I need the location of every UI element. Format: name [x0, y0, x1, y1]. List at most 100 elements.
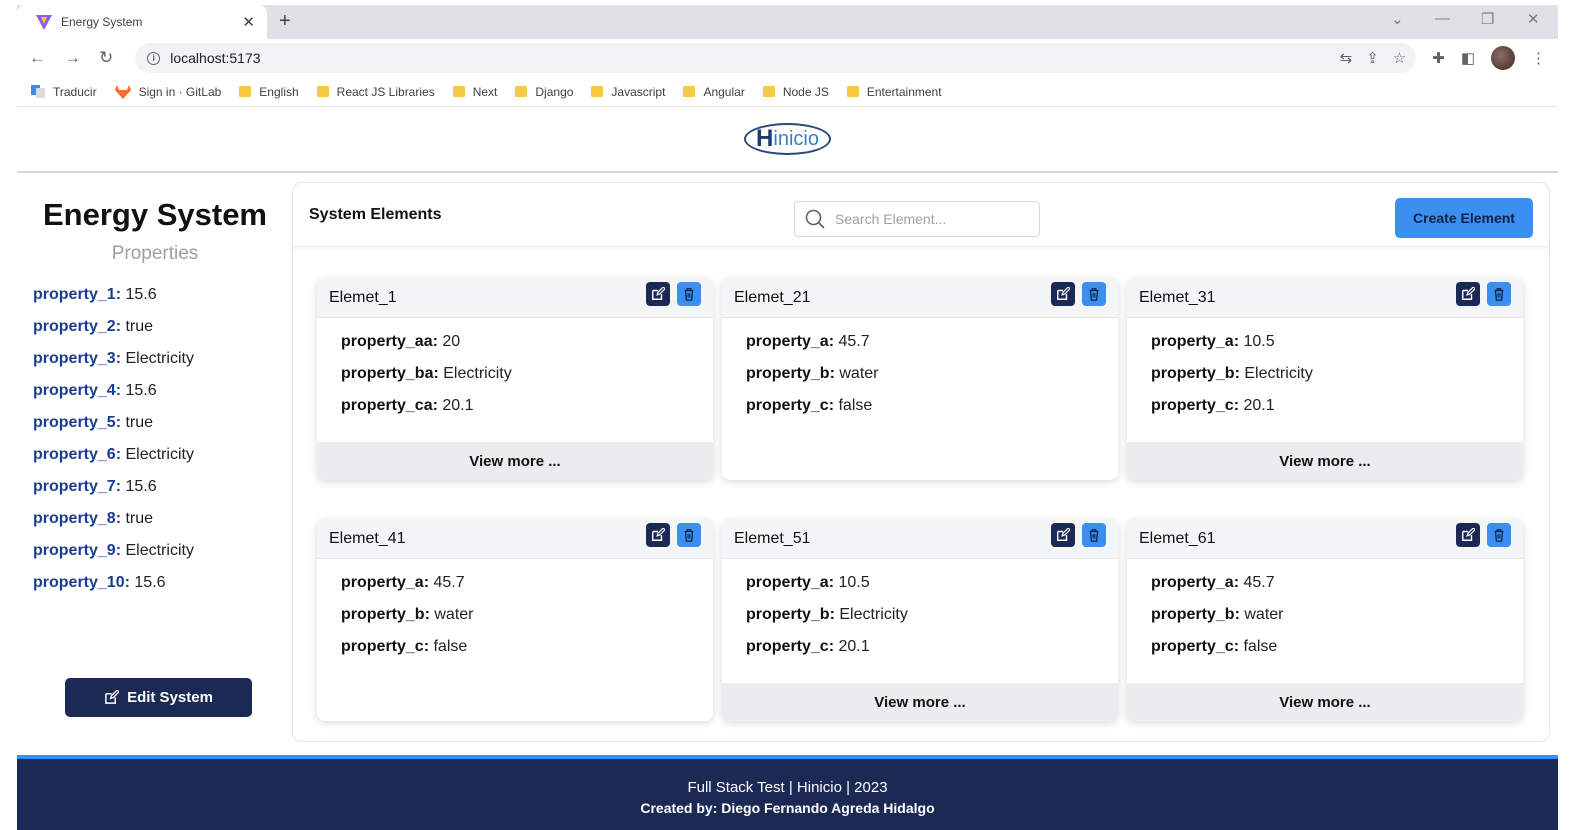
property-list: property_1: 15.6 property_2: true property…	[17, 279, 293, 599]
bookmark-traducir[interactable]: Traducir	[31, 85, 97, 99]
card-body: property_a: 45.7 property_b: water propert…	[317, 559, 713, 671]
bookmark-label: Sign in · GitLab	[138, 84, 222, 99]
element-property-key: property_c:	[1151, 638, 1240, 655]
property-key: property_5:	[33, 414, 122, 431]
search-input[interactable]	[835, 211, 1025, 227]
element-name: Elemet_61	[1139, 529, 1216, 547]
element-name: Elemet_1	[329, 288, 397, 306]
bookmark-label: English	[259, 84, 299, 99]
create-element-button[interactable]: Create Element	[1395, 198, 1533, 238]
bookmark-react[interactable]: React JS Libraries	[316, 84, 435, 99]
element-property-row: property_a: 10.5	[1151, 326, 1499, 358]
bookmark-entertainment[interactable]: Entertainment	[846, 85, 942, 99]
browser-tab[interactable]: Energy System ✕	[17, 5, 267, 39]
element-property-row: property_ba: Electricity	[341, 358, 689, 390]
view-more-button[interactable]: View more ...	[317, 442, 713, 480]
element-name: Elemet_51	[734, 529, 811, 547]
element-property-key: property_a:	[746, 574, 835, 591]
element-name: Elemet_41	[329, 529, 406, 547]
edit-element-icon[interactable]	[646, 281, 670, 306]
sidebar-property-row: property_8: true	[33, 503, 293, 535]
reload-icon[interactable]: ↻	[99, 48, 113, 68]
element-property-row: property_a: 10.5	[746, 567, 1094, 599]
property-key: property_6:	[33, 446, 122, 463]
property-key: property_1:	[33, 286, 122, 303]
forward-icon[interactable]: →	[64, 48, 81, 68]
profile-avatar[interactable]	[1491, 46, 1515, 70]
page-footer: Full Stack Test | Hinicio | 2023 Created…	[17, 755, 1558, 830]
bookmark-label: Django	[535, 84, 574, 99]
bookmark-next[interactable]: Next	[452, 85, 497, 99]
window-close-icon[interactable]: ✕	[1527, 10, 1540, 28]
element-property-row: property_aa: 20	[341, 326, 689, 358]
bookmark-nodejs[interactable]: Node JS	[762, 85, 829, 99]
sidebar-property-row: property_2: true	[33, 311, 293, 343]
restore-icon[interactable]: ❐	[1481, 10, 1494, 28]
share-icon[interactable]: ⇪	[1366, 49, 1379, 67]
menu-icon[interactable]: ⋮	[1531, 49, 1546, 67]
bookmark-django[interactable]: Django	[515, 85, 573, 99]
element-property-key: property_b:	[1151, 606, 1240, 623]
sidebar-property-row: property_9: Electricity	[33, 535, 293, 567]
delete-element-icon[interactable]	[677, 281, 701, 306]
delete-element-icon[interactable]	[1487, 522, 1511, 547]
translate-icon[interactable]: ⇆	[1340, 49, 1353, 67]
edit-system-button[interactable]: Edit System	[65, 678, 252, 717]
folder-icon	[316, 86, 329, 97]
element-property-row: property_c: false	[1151, 631, 1499, 663]
new-tab-icon[interactable]: +	[279, 10, 291, 33]
element-property-key: property_a:	[1151, 333, 1240, 350]
property-value: Electricity	[125, 542, 194, 559]
url-field[interactable]: i localhost:5173 ⇆ ⇪ ☆	[135, 43, 1417, 73]
edit-element-icon[interactable]	[1051, 522, 1075, 547]
delete-element-icon[interactable]	[677, 522, 701, 547]
site-info-icon[interactable]: i	[147, 51, 161, 65]
view-more-button[interactable]: View more ...	[1127, 442, 1523, 480]
delete-element-icon[interactable]	[1487, 281, 1511, 306]
element-property-value: 45.7	[1243, 574, 1275, 591]
element-property-value: 10.5	[1243, 333, 1275, 350]
property-key: property_10:	[33, 574, 130, 591]
vite-icon	[36, 15, 52, 30]
extensions-icon[interactable]: ✚	[1432, 49, 1445, 67]
bookmark-gitlab[interactable]: Sign in · GitLab	[114, 84, 222, 99]
property-key: property_4:	[33, 382, 122, 399]
element-property-value: 20.1	[1243, 397, 1275, 414]
element-property-key: property_c:	[746, 397, 835, 414]
folder-icon	[452, 86, 465, 97]
element-card: Elemet_61 property_a: 45.7 property_b: wat…	[1127, 519, 1523, 721]
tab-search-icon[interactable]: ⌄	[1391, 10, 1404, 28]
hinicio-logo[interactable]: Hinicio	[744, 123, 831, 155]
edit-element-icon[interactable]	[1456, 522, 1480, 547]
element-card: Elemet_51 property_a: 10.5 property_b: Ele…	[722, 519, 1118, 721]
bookmark-star-icon[interactable]: ☆	[1393, 49, 1406, 67]
delete-element-icon[interactable]	[1082, 522, 1106, 547]
bookmark-label: React JS Libraries	[336, 84, 435, 99]
edit-element-icon[interactable]	[646, 522, 670, 547]
system-title: Energy System	[43, 197, 267, 232]
card-header: Elemet_51	[722, 519, 1118, 559]
tab-title: Energy System	[61, 15, 143, 29]
bookmark-javascript[interactable]: Javascript	[591, 85, 665, 99]
address-bar: ← → ↻ i localhost:5173 ⇆ ⇪ ☆ ✚ ◧ ⋮	[17, 39, 1558, 77]
edit-element-icon[interactable]	[1051, 281, 1075, 306]
search-icon	[805, 209, 825, 229]
delete-element-icon[interactable]	[1082, 281, 1106, 306]
property-value: 15.6	[125, 382, 157, 399]
search-box	[794, 201, 1040, 237]
element-property-value: water	[1244, 606, 1284, 623]
element-property-key: property_a:	[341, 574, 430, 591]
element-property-row: property_b: water	[341, 599, 689, 631]
element-property-value: Electricity	[839, 606, 908, 623]
view-more-button[interactable]: View more ...	[1127, 683, 1523, 721]
tab-close-icon[interactable]: ✕	[242, 13, 255, 31]
bookmarks-bar: Traducir Sign in · GitLab English React …	[17, 77, 1558, 107]
property-key: property_3:	[33, 350, 122, 367]
edit-element-icon[interactable]	[1456, 281, 1480, 306]
bookmark-angular[interactable]: Angular	[683, 85, 745, 99]
side-panel-icon[interactable]: ◧	[1461, 49, 1475, 67]
view-more-button[interactable]: View more ...	[722, 683, 1118, 721]
back-icon[interactable]: ←	[29, 48, 46, 68]
minimize-icon[interactable]: —	[1435, 10, 1450, 27]
bookmark-english[interactable]: English	[239, 84, 299, 99]
